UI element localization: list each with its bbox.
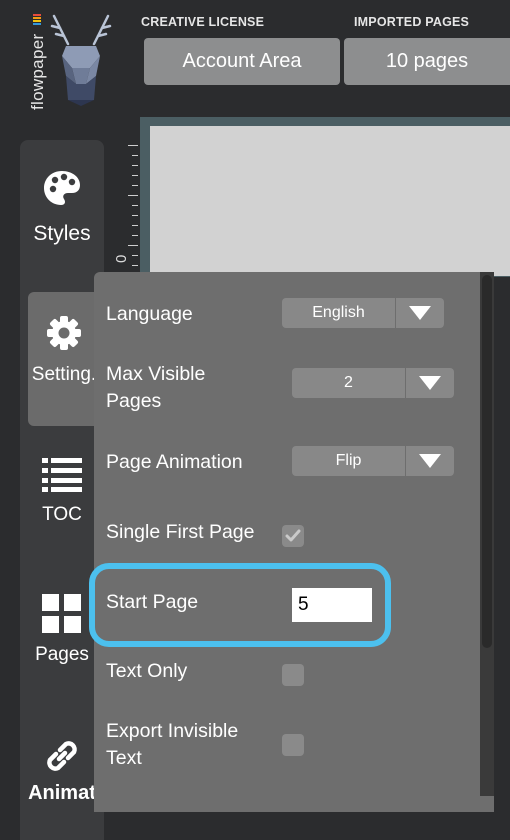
language-label: Language <box>106 303 193 325</box>
vertical-ruler: 0 50 <box>107 117 140 371</box>
chevron-down-icon[interactable] <box>405 446 454 476</box>
checkmark-icon <box>285 529 301 542</box>
single-first-page-label: Single First Page <box>106 521 255 543</box>
nav-label: Pages <box>35 644 89 665</box>
account-area-button[interactable]: Account Area <box>144 38 340 85</box>
nav-item-toc[interactable]: TOC <box>20 458 104 526</box>
text-only-checkbox[interactable] <box>282 664 304 686</box>
max-visible-pages-value: 2 <box>344 374 353 391</box>
deer-logo-icon <box>50 14 112 106</box>
export-invisible-text-label: Export Invisible Text <box>106 720 239 769</box>
palette-icon <box>44 171 80 205</box>
start-page-label: Start Page <box>106 591 199 613</box>
list-icon <box>42 458 82 492</box>
scrollbar-thumb[interactable] <box>482 275 492 648</box>
start-page-input[interactable] <box>292 588 372 622</box>
nav-item-styles[interactable]: Styles <box>20 168 104 246</box>
nav-item-animation[interactable]: Animat <box>20 736 104 805</box>
logo[interactable]: flowpaper <box>0 0 130 112</box>
canvas-page[interactable] <box>150 126 510 276</box>
export-invisible-text-checkbox[interactable] <box>282 734 304 756</box>
page-animation-label: Page Animation <box>106 451 243 473</box>
grid-icon <box>42 594 81 633</box>
chevron-down-icon[interactable] <box>395 298 444 328</box>
chevron-down-icon[interactable] <box>405 368 454 398</box>
nav-label: TOC <box>42 504 82 525</box>
page-animation-value: Flip <box>335 452 362 469</box>
text-only-label: Text Only <box>106 660 188 682</box>
imported-pages-button[interactable]: 10 pages <box>344 38 510 85</box>
license-label: CREATIVE LICENSE <box>141 15 265 29</box>
max-visible-pages-select[interactable]: 2 <box>292 368 454 398</box>
gear-icon <box>47 316 81 350</box>
nav-label: Styles <box>33 222 91 245</box>
language-value: English <box>312 304 365 321</box>
imported-pages-label: IMPORTED PAGES <box>354 15 470 29</box>
single-first-page-checkbox[interactable] <box>282 525 304 547</box>
language-select[interactable]: English <box>282 298 444 328</box>
link-icon <box>47 741 77 771</box>
nav-label: Setting. <box>31 364 97 385</box>
nav-label: Animat <box>28 782 96 804</box>
page-animation-select[interactable]: Flip <box>292 446 454 476</box>
max-visible-pages-label: Max Visible Pages <box>106 363 206 412</box>
ruler-label: 0 <box>113 254 130 263</box>
